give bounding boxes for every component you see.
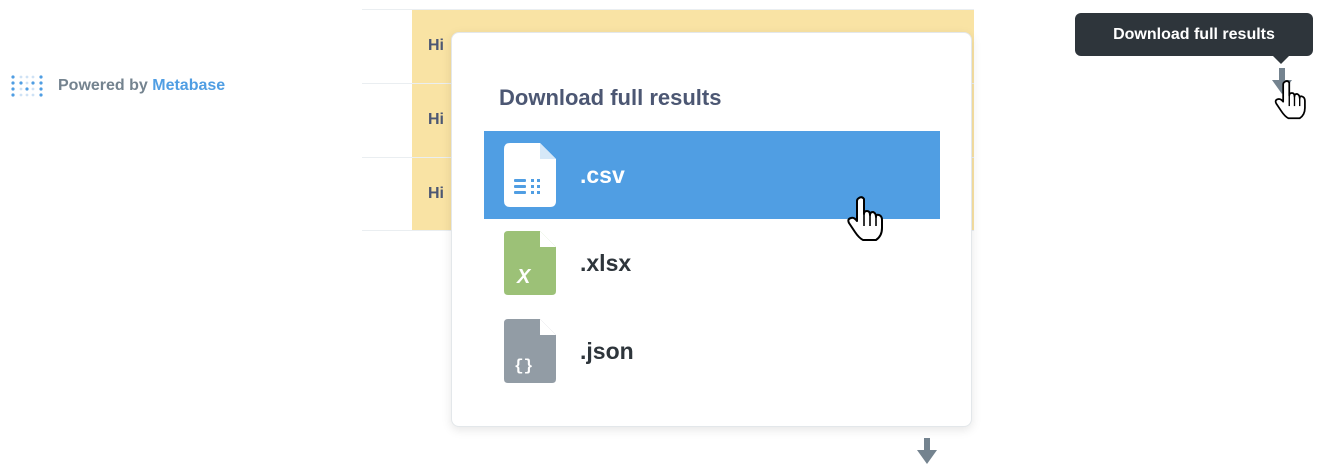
json-file-icon: {} xyxy=(504,319,556,383)
json-option-label: .json xyxy=(580,337,634,364)
powered-by-prefix: Powered by xyxy=(58,77,153,94)
metabase-brand-link[interactable]: Metabase xyxy=(152,77,225,94)
hand-pointer-cursor-icon xyxy=(847,196,885,247)
csv-file-icon xyxy=(504,143,556,207)
hand-pointer-cursor-icon xyxy=(1274,80,1308,125)
popover-title: Download full results xyxy=(499,85,722,110)
metabase-logo-icon xyxy=(10,74,44,98)
csv-option-label: .csv xyxy=(580,161,625,188)
xlsx-file-icon: X xyxy=(504,231,556,295)
download-json-option[interactable]: {} .json xyxy=(484,307,940,395)
download-popover: Download full results .csv X .xlsx {} .j… xyxy=(451,32,972,427)
xlsx-option-label: .xlsx xyxy=(580,249,632,276)
download-button[interactable] xyxy=(914,438,940,466)
svg-text:X: X xyxy=(516,266,532,288)
download-arrow-icon xyxy=(914,438,940,468)
download-tooltip: Download full results xyxy=(1075,13,1313,56)
powered-by-text: Powered by Metabase xyxy=(58,77,225,95)
powered-by-metabase[interactable]: Powered by Metabase xyxy=(10,72,225,100)
svg-text:{}: {} xyxy=(514,357,533,375)
tooltip-arrow xyxy=(1273,56,1289,64)
